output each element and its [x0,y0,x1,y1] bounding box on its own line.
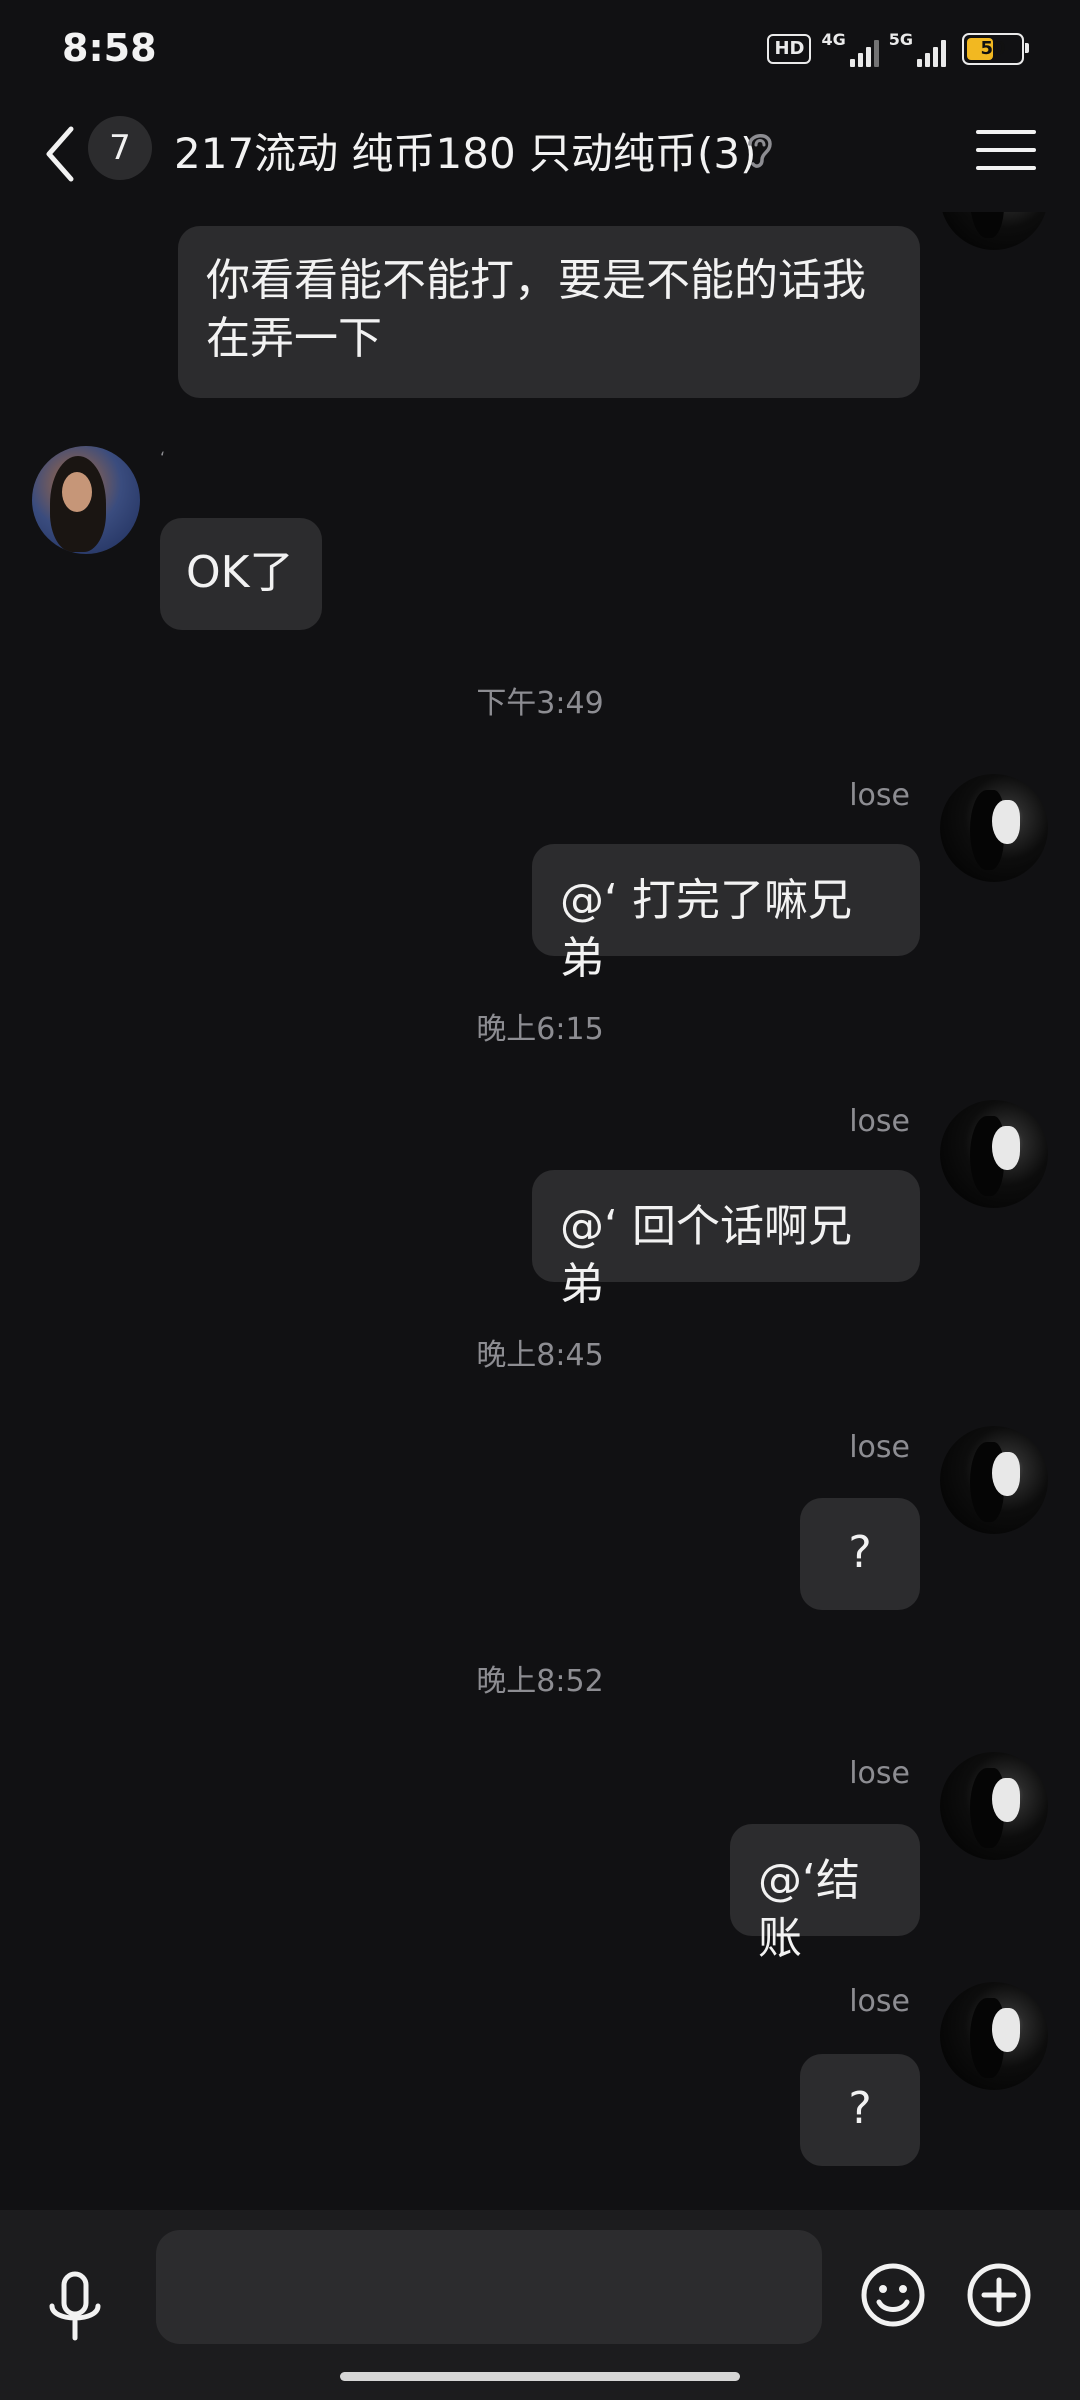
battery-icon: 50 [962,32,1029,65]
ear-icon [748,134,772,168]
message-bubble[interactable]: OK了 [160,518,322,630]
message-text: @‘ 打完了嘛兄弟 [560,875,852,984]
sender-name: lose [849,1756,910,1791]
sender-name: lose [849,778,910,813]
emoji-button[interactable] [860,2262,926,2328]
sender-name: ‘ [160,448,166,467]
plus-circle-icon [967,2263,1031,2327]
timestamp: 晚上8:45 [476,1338,604,1373]
my-avatar[interactable] [940,774,1048,882]
message-list[interactable]: 你看看能不能打，要是不能的话我 在弄一下 ‘ OK了 下午3:49 lose @… [0,212,1080,2210]
my-avatar[interactable] [940,1426,1048,1534]
home-indicator[interactable] [340,2372,740,2381]
signal-5g-icon: 5G [889,30,946,67]
more-button[interactable] [966,2262,1032,2328]
status-icons: HD 4G 5G 50 [767,30,1029,67]
message-bubble[interactable]: @‘结账 [730,1824,920,1964]
microphone-icon [49,2271,101,2341]
voice-button[interactable] [40,2268,110,2348]
back-button[interactable] [30,118,90,190]
timestamp: 晚上8:52 [476,1664,604,1699]
sender-name: lose [849,1984,910,2019]
sender-name: lose [849,1104,910,1139]
message-text: ? [848,2083,872,2134]
menu-button[interactable] [976,120,1036,180]
my-avatar[interactable] [940,1982,1048,2090]
message-text: ? [848,1527,872,1578]
message-bubble[interactable]: @‘ 回个话啊兄弟 [532,1170,920,1310]
battery-percent: 50 [980,38,1006,59]
menu-icon [976,130,1036,134]
signal-bars-icon [917,37,946,67]
status-bar: 8:58 HD 4G 5G 50 [0,0,1080,96]
message-text: @‘ 回个话啊兄弟 [560,1201,852,1310]
network-4g-label: 4G [821,30,846,49]
message-input[interactable] [156,2230,822,2344]
my-avatar[interactable] [940,212,1048,250]
smiley-icon [861,2263,925,2327]
signal-4g-icon: 4G [821,30,879,67]
contact-avatar[interactable] [32,446,140,554]
sender-name: lose [849,1430,910,1465]
signal-bars-icon [849,37,879,67]
status-time: 8:58 [62,26,157,70]
message-bubble[interactable]: @‘ 打完了嘛兄弟 [532,844,920,984]
message-text: OK了 [186,547,294,598]
my-avatar[interactable] [940,1100,1048,1208]
timestamp: 晚上6:15 [476,1012,604,1047]
message-bubble[interactable]: ? [800,2054,920,2166]
timestamp: 下午3:49 [476,686,604,721]
chat-header: 7 217流动 纯币180 只动纯币(3) [0,96,1080,212]
chevron-left-icon [46,126,74,182]
message-bubble[interactable]: 你看看能不能打，要是不能的话我 在弄一下 [178,226,920,398]
message-text: 你看看能不能打，要是不能的话我 在弄一下 [206,255,866,364]
my-avatar[interactable] [940,1752,1048,1860]
unread-count-badge[interactable]: 7 [88,116,152,180]
chat-title[interactable]: 217流动 纯币180 只动纯币(3) [174,120,757,181]
message-bubble[interactable]: ? [800,1498,920,1610]
network-5g-label: 5G [888,30,913,49]
message-text: @‘结账 [758,1855,860,1964]
hd-voice-icon: HD [767,33,812,64]
